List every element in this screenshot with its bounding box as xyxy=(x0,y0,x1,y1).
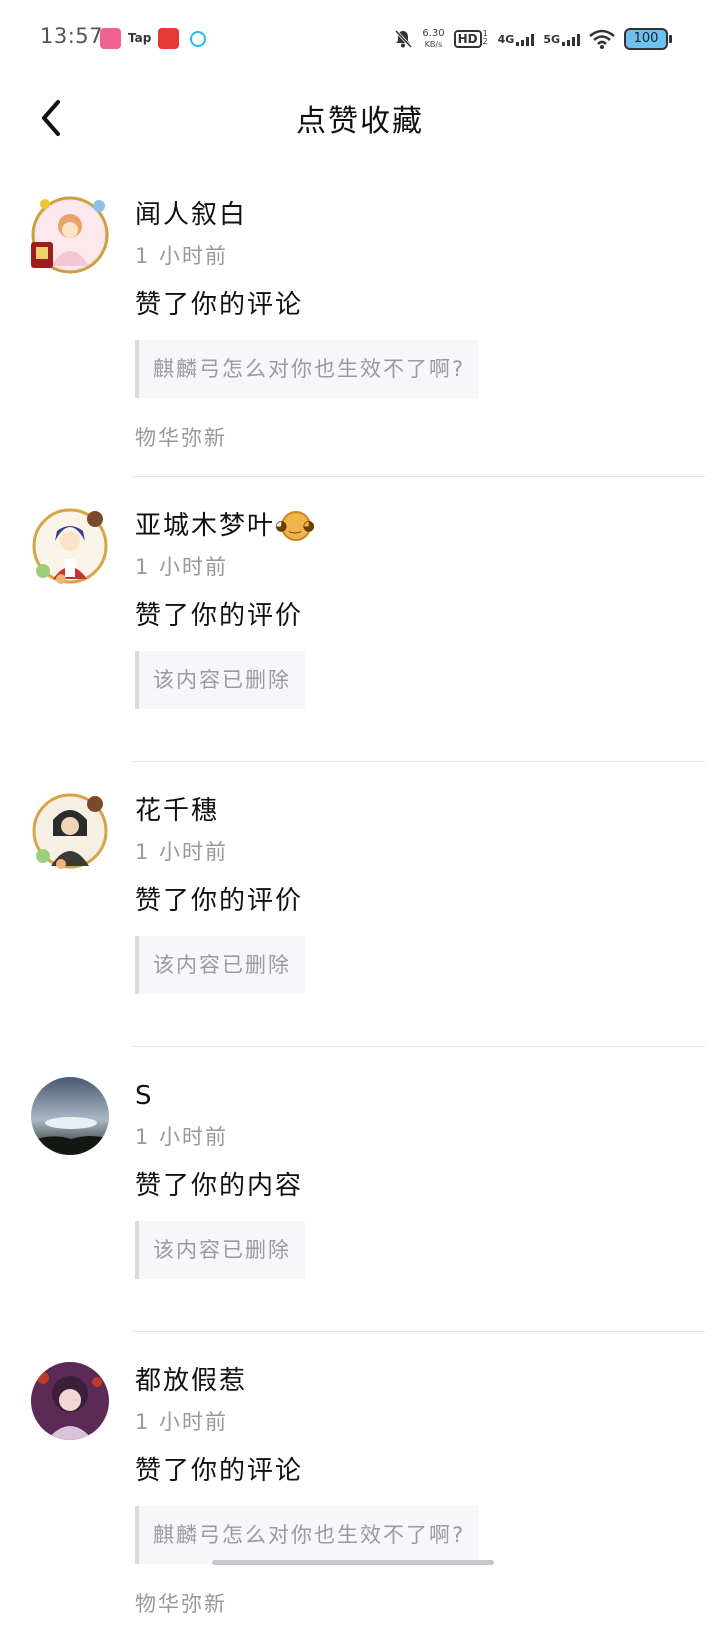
avatar[interactable] xyxy=(31,507,109,585)
action-text: 赞了你的评论 xyxy=(135,290,304,320)
divider xyxy=(133,1046,705,1047)
divider xyxy=(133,1331,705,1332)
action-text: 赞了你的内容 xyxy=(135,1171,304,1201)
timestamp: 1 小时前 xyxy=(135,1410,229,1434)
user-name[interactable]: 闻人叙白 xyxy=(135,190,705,232)
purple-anime-avatar xyxy=(31,1362,109,1440)
net-speed-unit: KB/s xyxy=(424,40,443,49)
signal-bars-icon xyxy=(562,33,580,46)
anime-character-avatar xyxy=(32,793,108,869)
status-bar: 13:57 Tap 6.30 KB/s HD 1 2 4G 5G 100 xyxy=(0,0,720,78)
user-name-text: 亚城木梦叶 xyxy=(135,511,276,541)
anime-boy-avatar xyxy=(32,508,108,584)
user-name[interactable]: 花千穗 xyxy=(135,786,705,828)
signal-bars-icon xyxy=(516,33,535,46)
timestamp: 1 小时前 xyxy=(135,1125,229,1149)
hd-badge: HD xyxy=(453,30,482,48)
action-text: 赞了你的评论 xyxy=(135,1456,304,1486)
hd-sub: 1 2 xyxy=(482,29,488,46)
item-content: 亚城木梦叶 ◕‿◕ 1 小时前 赞了你的评价 该内容已删除 xyxy=(135,501,705,709)
status-indicators: 6.30 KB/s HD 1 2 4G 5G 100 xyxy=(393,26,672,52)
quoted-content[interactable]: 该内容已删除 xyxy=(135,936,305,994)
item-content: 花千穗 1 小时前 赞了你的评价 该内容已删除 xyxy=(135,786,705,994)
quoted-content[interactable]: 该内容已删除 xyxy=(135,1221,305,1279)
list-item[interactable]: 闻人叙白 1 小时前 赞了你的评论 麒麟弓怎么对你也生效不了啊? 物华弥新 xyxy=(0,190,720,476)
item-content: 都放假惹 1 小时前 赞了你的评论 麒麟弓怎么对你也生效不了啊? 物华弥新 xyxy=(135,1356,705,1618)
red-app-icon xyxy=(158,28,179,49)
top-bar: 点赞收藏 xyxy=(0,78,720,158)
timestamp: 1 小时前 xyxy=(135,840,229,864)
source-game[interactable]: 物华弥新 xyxy=(135,1590,705,1618)
signal-5g: 5G xyxy=(543,33,580,46)
source-game[interactable]: 物华弥新 xyxy=(135,424,705,452)
list-item[interactable]: 花千穗 1 小时前 赞了你的评价 该内容已删除 xyxy=(0,786,720,1046)
divider xyxy=(133,476,705,477)
timestamp: 1 小时前 xyxy=(135,244,229,268)
user-name[interactable]: S xyxy=(135,1071,705,1113)
avatar[interactable] xyxy=(31,196,109,274)
list-item[interactable]: 都放假惹 1 小时前 赞了你的评论 麒麟弓怎么对你也生效不了啊? 物华弥新 xyxy=(0,1356,720,1636)
k-app-icon xyxy=(190,31,206,47)
quoted-content[interactable]: 麒麟弓怎么对你也生效不了啊? xyxy=(135,1506,480,1564)
signal-4g: 4G xyxy=(498,33,535,46)
user-name[interactable]: 亚城木梦叶 ◕‿◕ xyxy=(135,501,705,543)
quoted-content[interactable]: 该内容已删除 xyxy=(135,651,305,709)
net-speed: 6.30 KB/s xyxy=(422,28,444,50)
item-content: 闻人叙白 1 小时前 赞了你的评论 麒麟弓怎么对你也生效不了啊? 物华弥新 xyxy=(135,190,705,452)
action-text: 赞了你的评价 xyxy=(135,601,304,631)
bilibili-icon xyxy=(100,28,121,49)
bell-muted-icon xyxy=(395,29,413,49)
tap-icon: Tap xyxy=(128,31,152,45)
avatar[interactable] xyxy=(31,1077,109,1155)
timestamp: 1 小时前 xyxy=(135,555,229,579)
user-name[interactable]: 都放假惹 xyxy=(135,1356,705,1398)
net-speed-value: 6.30 xyxy=(422,28,445,39)
item-content: S 1 小时前 赞了你的内容 该内容已删除 xyxy=(135,1071,705,1279)
signal-5g-label: 5G xyxy=(543,32,560,46)
avatar[interactable] xyxy=(31,1362,109,1440)
divider xyxy=(133,761,705,762)
list-item[interactable]: S 1 小时前 赞了你的内容 该内容已删除 xyxy=(0,1071,720,1331)
status-time: 13:57 xyxy=(40,24,104,48)
list-item[interactable]: 亚城木梦叶 ◕‿◕ 1 小时前 赞了你的评价 该内容已删除 xyxy=(0,501,720,761)
quoted-content[interactable]: 麒麟弓怎么对你也生效不了啊? xyxy=(135,340,480,398)
hd-indicator: HD 1 2 xyxy=(453,29,489,48)
anime-girl-avatar xyxy=(31,196,109,274)
sky-photo-avatar xyxy=(31,1077,109,1155)
wifi-icon xyxy=(589,29,615,49)
home-indicator[interactable] xyxy=(212,1560,494,1565)
orange-emoji-icon: ◕‿◕ xyxy=(275,511,315,541)
signal-4g-label: 4G xyxy=(497,32,515,46)
action-text: 赞了你的评价 xyxy=(135,886,304,916)
battery-icon: 100 xyxy=(624,28,672,50)
page-title: 点赞收藏 xyxy=(296,104,424,139)
avatar[interactable] xyxy=(31,792,109,870)
like-notification-list: 闻人叙白 1 小时前 赞了你的评论 麒麟弓怎么对你也生效不了啊? 物华弥新 亚城… xyxy=(0,190,720,1636)
